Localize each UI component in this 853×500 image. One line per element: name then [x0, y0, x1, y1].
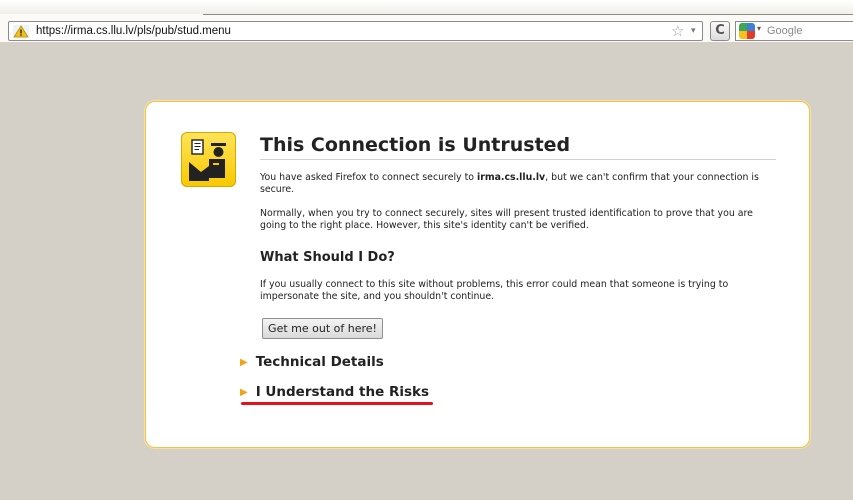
- toolbar-divider: [203, 14, 853, 15]
- expand-triangle-icon: ▶: [240, 387, 248, 398]
- untrusted-connection-box: This Connection is Untrusted You have as…: [145, 101, 810, 448]
- understand-risks-expander[interactable]: ▶ I Understand the Risks: [240, 384, 429, 400]
- what-should-i-do-heading: What Should I Do?: [260, 250, 395, 265]
- url-dropdown-icon[interactable]: ▾: [691, 22, 696, 40]
- intro-prefix: You have asked Firefox to connect secure…: [260, 172, 477, 183]
- browser-toolbar: https://irma.cs.llu.lv/pls/pub/stud.menu…: [0, 0, 853, 42]
- explanation-paragraph: Normally, when you try to connect secure…: [260, 208, 753, 231]
- technical-details-expander[interactable]: ▶ Technical Details: [240, 354, 384, 370]
- understand-risks-label: I Understand the Risks: [255, 384, 430, 400]
- advice-paragraph: If you usually connect to this site with…: [260, 279, 729, 302]
- search-engine-icon[interactable]: [739, 23, 755, 39]
- url-bar[interactable]: https://irma.cs.llu.lv/pls/pub/stud.menu…: [8, 21, 703, 41]
- expand-triangle-icon: ▶: [240, 357, 248, 368]
- warning-triangle-icon: [13, 25, 29, 38]
- police-officer-icon: [181, 132, 236, 187]
- engine-dropdown-icon[interactable]: ▾: [757, 24, 761, 33]
- get-me-out-button[interactable]: Get me out of here!: [262, 318, 383, 339]
- intro-paragraph: You have asked Firefox to connect secure…: [260, 172, 770, 196]
- reload-icon: C: [715, 23, 725, 38]
- technical-details-label: Technical Details: [255, 354, 384, 370]
- search-placeholder: Google: [767, 25, 803, 37]
- bookmark-star-icon[interactable]: ☆: [671, 22, 684, 40]
- url-text: https://irma.cs.llu.lv/pls/pub/stud.menu: [36, 25, 231, 37]
- tab-strip: [0, 0, 853, 14]
- page-title: This Connection is Untrusted: [260, 134, 776, 160]
- search-box[interactable]: ▾ Google: [735, 21, 853, 41]
- red-underline-annotation: [241, 402, 433, 405]
- reload-button[interactable]: C: [710, 21, 730, 41]
- host-name: irma.cs.llu.lv: [476, 172, 546, 183]
